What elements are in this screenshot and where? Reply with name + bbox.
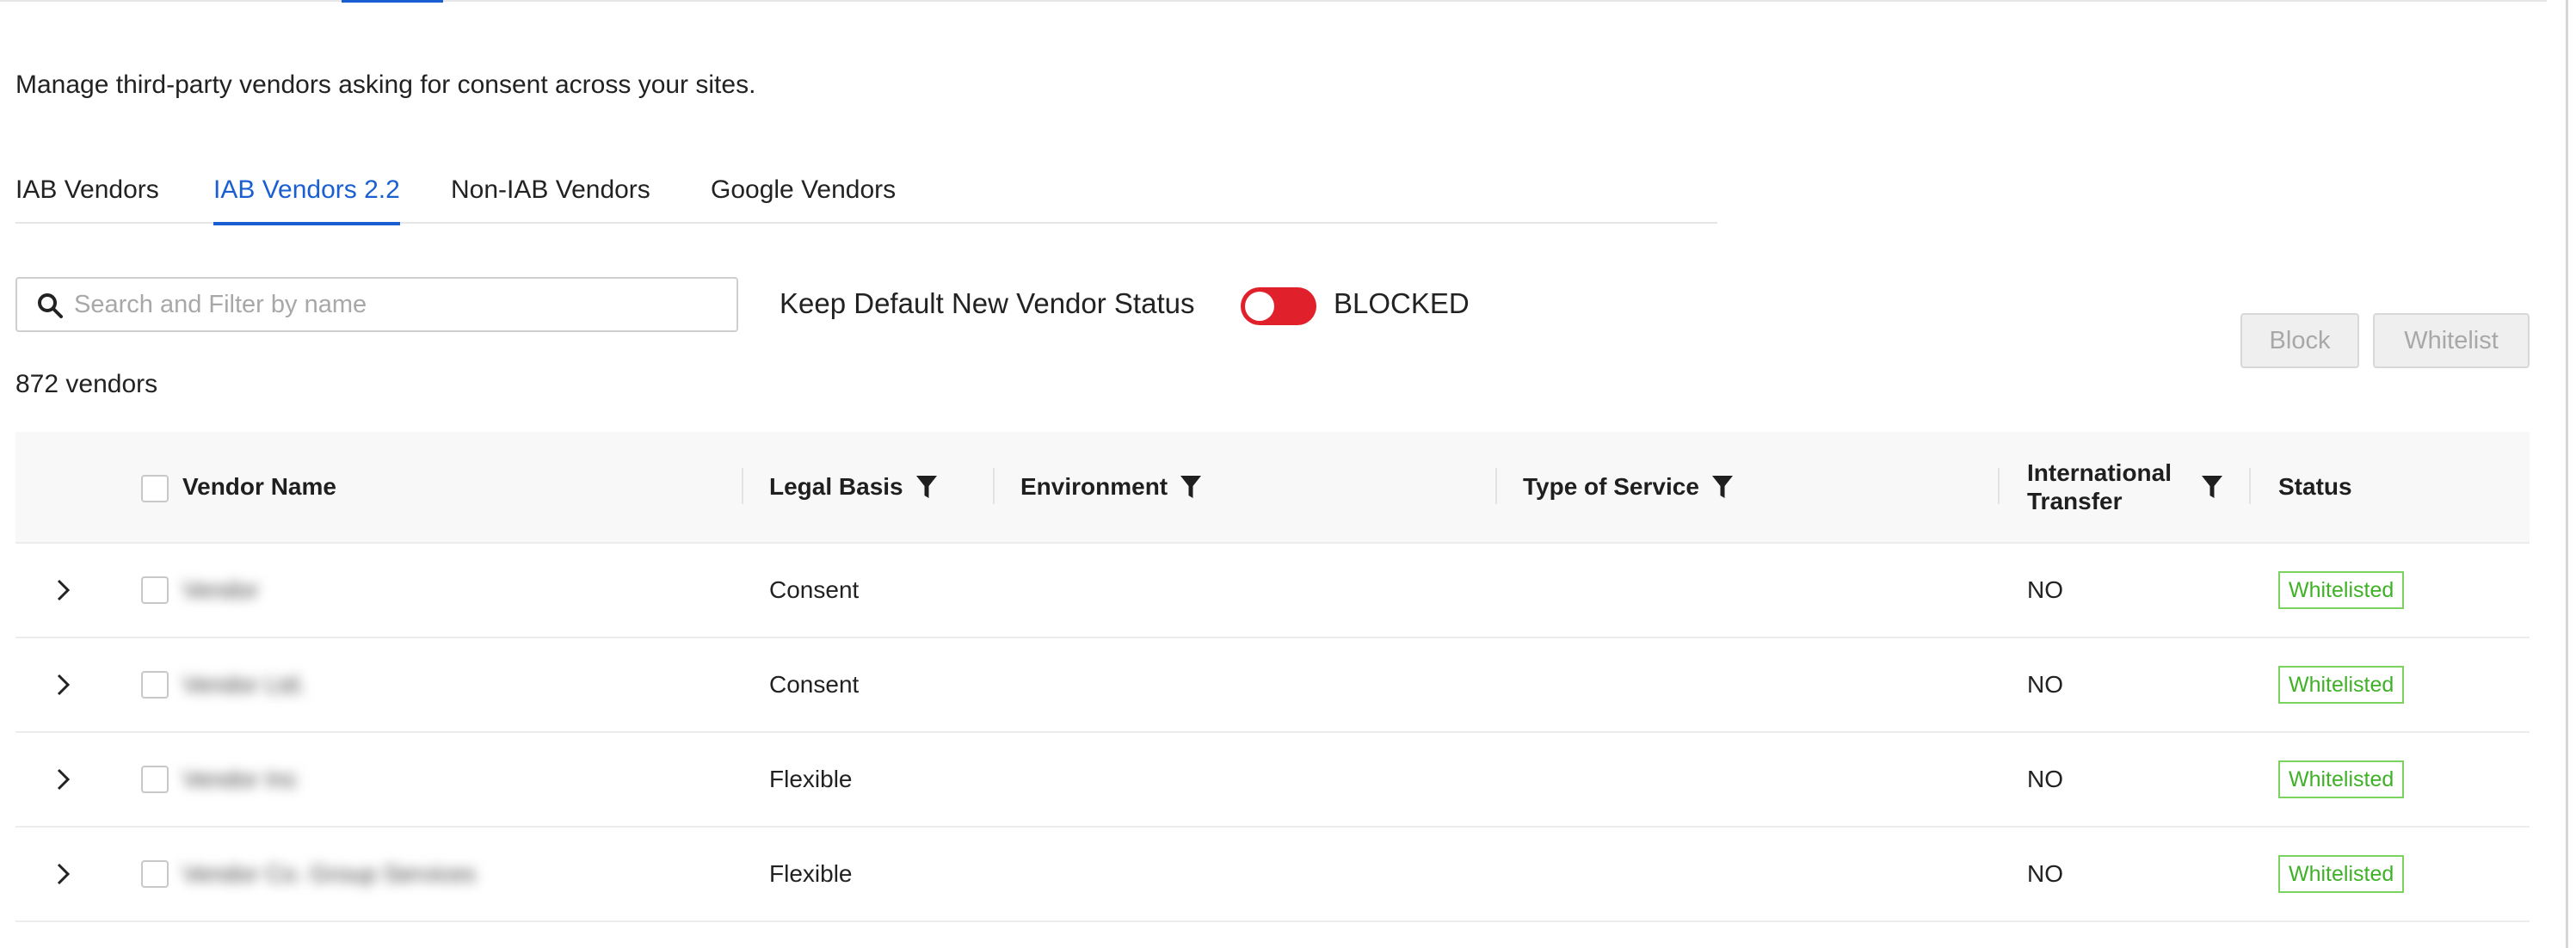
column-label: Type of Service (1523, 473, 1699, 500)
filter-icon[interactable] (915, 475, 938, 499)
chevron-right-icon[interactable] (48, 765, 77, 794)
vendor-count: 872 vendors (15, 370, 158, 398)
table-row[interactable]: Vendor Ltd. Consent NO Whitelisted (15, 638, 2530, 733)
search-icon (38, 293, 63, 318)
table-row[interactable]: Vendor Co. Group Services Flexible NO Wh… (15, 828, 2530, 922)
filter-icon[interactable] (2201, 475, 2223, 499)
status-badge: Whitelisted (2278, 760, 2405, 798)
column-divider[interactable] (993, 468, 995, 504)
column-label-line: Transfer (2027, 488, 2123, 514)
column-label: Vendor Name (182, 473, 336, 500)
chevron-right-icon[interactable] (48, 670, 77, 699)
tab-iab-vendors-2-2[interactable]: IAB Vendors 2.2 (213, 169, 400, 225)
filter-icon[interactable] (1711, 475, 1734, 499)
status-badge: Whitelisted (2278, 571, 2405, 609)
default-status-value: BLOCKED (1334, 287, 1470, 319)
vendor-name: Vendor Inc (182, 766, 298, 792)
page-description: Manage third-party vendors asking for co… (15, 71, 756, 99)
column-header-legal-basis: Legal Basis (769, 432, 938, 542)
column-header-type-of-service: Type of Service (1523, 432, 1734, 542)
international-transfer: NO (2027, 576, 2063, 603)
international-transfer: NO (2027, 766, 2063, 792)
chevron-right-icon[interactable] (48, 859, 77, 889)
column-divider[interactable] (742, 468, 743, 504)
column-header-environment: Environment (1020, 432, 1202, 542)
status-badge: Whitelisted (2278, 855, 2405, 893)
top-nav-active-indicator (342, 0, 443, 3)
vendor-name: Vendor (182, 576, 259, 603)
column-label-line: International (2027, 459, 2172, 486)
tab-iab-vendors[interactable]: IAB Vendors (15, 169, 159, 224)
tab-non-iab-vendors[interactable]: Non-IAB Vendors (451, 169, 650, 224)
vendor-tabs: IAB Vendors IAB Vendors 2.2 Non-IAB Vend… (15, 169, 1717, 225)
column-divider[interactable] (2249, 468, 2251, 504)
chevron-right-icon[interactable] (48, 576, 77, 605)
legal-basis: Flexible (769, 766, 853, 792)
select-all-checkbox[interactable] (141, 475, 169, 502)
row-checkbox[interactable] (141, 860, 169, 888)
row-checkbox[interactable] (141, 576, 169, 604)
legal-basis: Flexible (769, 860, 853, 887)
block-button[interactable]: Block (2240, 313, 2359, 368)
column-label: International Transfer (2027, 459, 2172, 515)
international-transfer: NO (2027, 860, 2063, 887)
column-divider[interactable] (1495, 468, 1497, 504)
filter-icon[interactable] (1180, 475, 1202, 499)
toggle-knob (1245, 292, 1274, 321)
column-header-status: Status (2278, 432, 2352, 542)
column-header-international-transfer: International Transfer (2027, 432, 2172, 542)
row-checkbox[interactable] (141, 671, 169, 699)
column-label: Environment (1020, 473, 1168, 500)
international-transfer: NO (2027, 671, 2063, 698)
table-row[interactable]: Vendor Consent NO Whitelisted (15, 544, 2530, 638)
default-status-label: Keep Default New Vendor Status (780, 287, 1195, 319)
table-row[interactable]: Vendor Inc Flexible NO Whitelisted (15, 733, 2530, 828)
vendor-name: Vendor Co. Group Services (182, 860, 476, 887)
search-box[interactable] (15, 277, 738, 332)
column-label: Status (2278, 473, 2352, 500)
search-input[interactable] (74, 286, 719, 323)
vendor-name: Vendor Ltd. (182, 671, 306, 698)
tab-google-vendors[interactable]: Google Vendors (711, 169, 896, 224)
whitelist-button[interactable]: Whitelist (2373, 313, 2530, 368)
table-header: Vendor Name Legal Basis Environment Type… (15, 432, 2530, 544)
window-scrollbar-track[interactable] (2566, 0, 2568, 948)
vendors-table: Vendor Name Legal Basis Environment Type… (15, 432, 2530, 922)
default-status-toggle[interactable] (1241, 287, 1316, 325)
legal-basis: Consent (769, 576, 860, 603)
column-divider[interactable] (1998, 468, 2000, 504)
column-label: Legal Basis (769, 473, 903, 500)
status-badge: Whitelisted (2278, 666, 2405, 704)
legal-basis: Consent (769, 671, 860, 698)
column-header-vendor-name: Vendor Name (182, 432, 336, 542)
row-checkbox[interactable] (141, 766, 169, 793)
